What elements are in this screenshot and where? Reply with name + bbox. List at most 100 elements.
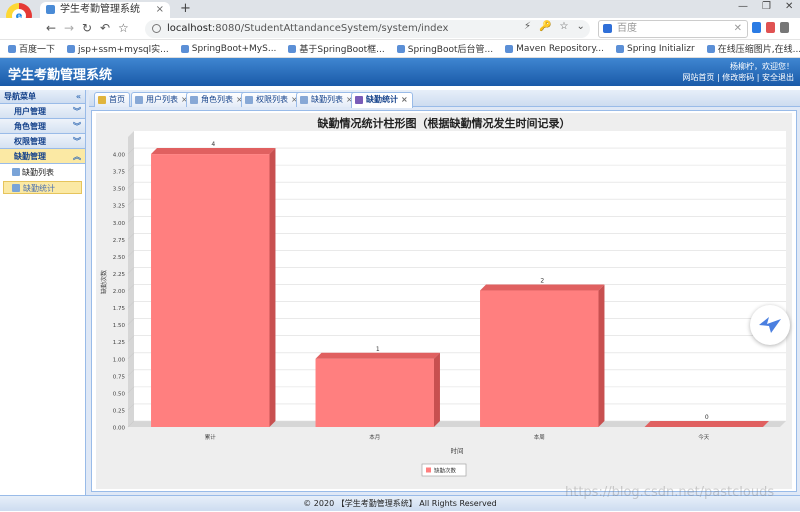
list-icon xyxy=(245,96,253,104)
header-user-area: 杨柳柠，欢迎您！ 网站首页 | 修改密码 | 安全退出 xyxy=(682,61,794,83)
y-tick-label: 1.25 xyxy=(113,340,126,346)
maximize-icon[interactable]: ❐ xyxy=(762,1,771,12)
undo-icon[interactable]: ↶ xyxy=(100,21,110,35)
list-icon xyxy=(135,96,143,104)
sidebar-group-permissions[interactable]: 权限管理 ︾ xyxy=(0,134,85,149)
app-title: 学生考勤管理系统 xyxy=(8,68,113,83)
sidebar-title-text: 导航菜单 xyxy=(4,92,36,101)
sidebar-item-absence-stats[interactable]: 缺勤统计 xyxy=(3,181,82,194)
floating-assistant-icon[interactable] xyxy=(750,305,790,345)
extension-icon[interactable] xyxy=(752,22,761,33)
user-greeting: 杨柳柠，欢迎您！ xyxy=(730,62,794,71)
bookmark-item[interactable]: SpringBoot+MyS... xyxy=(180,43,277,54)
y-tick-label: 3.25 xyxy=(113,204,126,210)
search-placeholder: 百度 xyxy=(617,23,637,34)
y-tick-label: 0.00 xyxy=(113,426,126,432)
bookmark-label: 在线压缩图片,在线... xyxy=(717,45,800,55)
header-links: 网站首页 | 修改密码 | 安全退出 xyxy=(682,73,794,82)
search-input[interactable]: 百度 ✕ xyxy=(598,20,748,38)
bar xyxy=(480,290,599,427)
tab-bar: 首页 用户列表 × 角色列表 × 权限列表 × 缺勤列表 × 缺勤统计 × xyxy=(89,90,800,108)
extension-icon[interactable] xyxy=(766,22,775,33)
tab-label: 缺勤统计 xyxy=(366,95,398,104)
bookmark-item[interactable]: Spring Initializr xyxy=(615,43,695,54)
sidebar-item-absence-list[interactable]: 缺勤列表 xyxy=(0,166,85,179)
sidebar-group-absence[interactable]: 缺勤管理 ︽ xyxy=(0,149,85,164)
bookmark-icon xyxy=(8,44,16,53)
home-icon xyxy=(98,96,106,104)
legend-swatch xyxy=(426,467,431,473)
tab-permission-list[interactable]: 权限列表 × xyxy=(241,92,303,107)
plot-side-wall xyxy=(128,131,134,427)
y-tick-label: 2.50 xyxy=(113,255,126,261)
browser-tab[interactable]: 学生考勤管理系统 × xyxy=(40,2,170,18)
tab-label: 用户列表 xyxy=(146,95,178,104)
back-icon[interactable]: ← xyxy=(46,21,56,35)
chart-title: 缺勤情况统计柱形图（根据缺勤情况发生时间记录） xyxy=(317,116,571,130)
new-tab-icon[interactable]: + xyxy=(180,1,191,16)
minimize-icon[interactable]: — xyxy=(738,1,748,12)
bar-value-label: 4 xyxy=(211,141,215,148)
tab-absence-stats[interactable]: 缺勤统计 × xyxy=(351,92,413,108)
y-tick-label: 1.50 xyxy=(113,323,126,329)
tab-absence-list[interactable]: 缺勤列表 × xyxy=(296,92,358,107)
sidebar: 导航菜单 « 用户管理 ︾ 角色管理 ︾ 权限管理 ︾ 缺勤管理 ︽ 缺勤列表 xyxy=(0,90,86,495)
reload-icon[interactable]: ↻ xyxy=(82,21,92,35)
watermark: https://blog.csdn.net/pastclouds xyxy=(565,485,775,500)
sidebar-group-users[interactable]: 用户管理 ︾ xyxy=(0,104,85,119)
bookmark-icon xyxy=(67,44,76,53)
bookmark-item[interactable]: 百度一下 xyxy=(8,42,55,55)
bar-chart-icon xyxy=(355,96,363,104)
y-tick-label: 2.00 xyxy=(113,289,126,295)
window-close-icon[interactable]: ✕ xyxy=(785,1,793,12)
y-tick-label: 2.75 xyxy=(113,238,126,244)
chevron-up-icon: ︽ xyxy=(73,152,81,161)
bar-top xyxy=(480,284,605,291)
y-tick-label: 1.75 xyxy=(113,306,126,312)
bookmark-label: Spring Initializr xyxy=(626,43,695,54)
y-tick-label: 0.25 xyxy=(113,408,126,414)
info-icon xyxy=(152,24,161,33)
y-tick-label: 3.75 xyxy=(113,170,126,176)
address-action-icons[interactable]: ⚡🔑☆⌄ xyxy=(524,21,593,32)
bookmark-item[interactable]: SpringBoot后台管... xyxy=(396,42,493,55)
bookmark-item[interactable]: Maven Repository... xyxy=(505,44,604,54)
bookmark-star-icon[interactable]: ☆ xyxy=(118,21,129,35)
bar-side xyxy=(433,352,440,427)
bookmark-label: jsp+ssm+mysql实... xyxy=(78,45,169,55)
collapse-icon[interactable]: « xyxy=(76,90,81,104)
users-icon xyxy=(3,108,11,116)
bar-side xyxy=(269,148,276,427)
bar xyxy=(151,154,270,427)
roles-icon xyxy=(3,123,11,131)
tab-home[interactable]: 首页 xyxy=(94,92,130,107)
main-layout: 导航菜单 « 用户管理 ︾ 角色管理 ︾ 权限管理 ︾ 缺勤管理 ︽ 缺勤列表 xyxy=(0,90,800,495)
logout-link[interactable]: 安全退出 xyxy=(762,73,794,82)
baidu-icon xyxy=(603,24,612,33)
bookmark-label: SpringBoot+MyS... xyxy=(191,43,277,54)
sidebar-group-roles[interactable]: 角色管理 ︾ xyxy=(0,119,85,134)
bookmark-item[interactable]: jsp+ssm+mysql实... xyxy=(67,42,169,55)
list-icon xyxy=(190,96,198,104)
close-icon[interactable]: × xyxy=(156,2,164,18)
close-icon[interactable]: × xyxy=(401,95,408,104)
home-link[interactable]: 网站首页 xyxy=(682,73,714,82)
bookmark-item[interactable]: 基于SpringBoot框... xyxy=(288,42,385,55)
bookmark-icon xyxy=(288,44,297,53)
tab-role-list[interactable]: 角色列表 × xyxy=(186,92,248,107)
x-tick-label: 本周 xyxy=(534,433,545,441)
menu-icon[interactable] xyxy=(780,22,789,33)
forward-icon[interactable]: → xyxy=(64,21,74,35)
bar-chart-icon xyxy=(12,184,20,192)
url-host: localhost xyxy=(167,23,212,34)
content-panel: 缺勤情况统计柱形图（根据缺勤情况发生时间记录） 0.00 0.25 0.50 0.75 1… xyxy=(91,110,797,492)
bookmark-label: 基于SpringBoot框... xyxy=(299,45,385,55)
tab-label: 角色列表 xyxy=(201,95,233,104)
x-tick-label: 本月 xyxy=(369,433,380,441)
change-password-link[interactable]: 修改密码 xyxy=(722,73,754,82)
bar-value-label: 0 xyxy=(705,414,709,421)
bookmark-item[interactable]: 在线压缩图片,在线... xyxy=(706,42,800,55)
search-go-icon[interactable]: ✕ xyxy=(734,21,742,37)
tab-user-list[interactable]: 用户列表 × xyxy=(131,92,193,107)
key-icon xyxy=(3,138,11,146)
